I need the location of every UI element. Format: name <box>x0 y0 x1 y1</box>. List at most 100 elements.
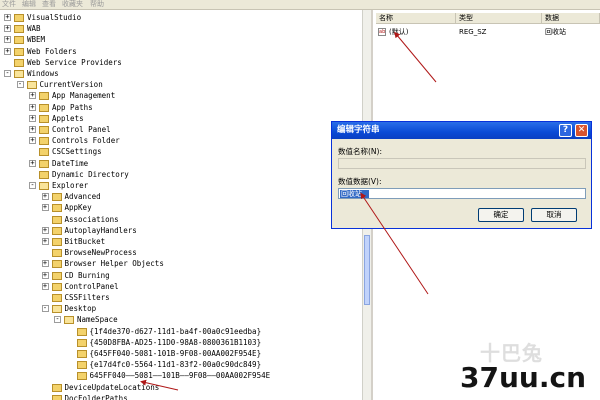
expand-icon[interactable]: + <box>4 36 11 44</box>
tree-item[interactable]: + VisualStudio <box>0 12 360 23</box>
folder-icon <box>51 226 62 235</box>
cancel-button[interactable]: 取消 <box>531 208 577 222</box>
edit-string-dialog: 编辑字符串 ? ✕ 数值名称(N): 数值数据(V): 回收站 确定 取消 <box>331 121 592 229</box>
tree-item[interactable]: + AppKey <box>0 202 360 213</box>
column-header-name[interactable]: 名称 <box>376 13 456 24</box>
menu-help[interactable]: 帮助 <box>90 0 104 9</box>
close-button[interactable]: ✕ <box>575 124 588 137</box>
folder-icon <box>39 114 49 123</box>
scrollbar-thumb[interactable] <box>364 235 370 305</box>
tree-item[interactable]: + BitBucket <box>0 236 360 247</box>
folder-open-icon <box>51 305 62 314</box>
expand-icon[interactable]: + <box>4 14 11 21</box>
tree-item-label: WAB <box>27 24 41 34</box>
tree-item-label: CD Burning <box>64 270 110 280</box>
expand-icon[interactable]: + <box>29 114 36 122</box>
tree-item[interactable]: - CurrentVersion <box>0 79 360 90</box>
expand-icon[interactable]: + <box>29 137 36 145</box>
tree-item[interactable]: DeviceUpdateLocations <box>0 382 360 393</box>
tree-item[interactable]: + CD Burning <box>0 270 360 281</box>
tree-item-label: Web Service Providers <box>27 57 122 67</box>
folder-open-icon <box>39 182 49 190</box>
tree-item[interactable]: Associations <box>0 214 360 225</box>
menu-edit[interactable]: 编辑 <box>22 0 36 9</box>
tree-item[interactable]: + Applets <box>0 113 360 124</box>
tree-item[interactable]: {450D8FBA-AD25-11D0-98A8-0800361B1103} <box>0 337 360 348</box>
expand-icon[interactable]: + <box>41 282 49 290</box>
expand-icon[interactable]: + <box>41 260 49 268</box>
tree-item-label: BitBucket <box>64 237 106 246</box>
tree-item[interactable]: + WAB <box>0 23 360 34</box>
column-header-data[interactable]: 数据 <box>542 13 600 24</box>
tree-item[interactable]: + App Paths <box>0 102 360 113</box>
tree-item[interactable]: BrowseNewProcess <box>0 247 360 258</box>
tree-item[interactable]: - Explorer <box>0 180 360 191</box>
expand-icon[interactable]: + <box>29 92 36 100</box>
value-name-label: 数值名称(N): <box>338 147 382 156</box>
expand-icon[interactable]: + <box>29 159 36 167</box>
collapse-icon[interactable]: - <box>29 182 36 189</box>
collapse-icon[interactable]: - <box>16 81 24 89</box>
tree-item[interactable]: - Desktop <box>0 303 360 314</box>
tree-item[interactable]: {e17d4fc0-5564-11d1-83f2-00a0c90dc849} <box>0 359 360 370</box>
help-button[interactable]: ? <box>559 124 572 137</box>
expand-icon[interactable]: + <box>41 238 49 245</box>
expand-icon[interactable]: + <box>41 204 49 212</box>
expand-icon[interactable]: + <box>29 103 36 111</box>
expand-icon[interactable]: + <box>4 25 11 33</box>
tree-item[interactable]: DocFolderPaths <box>0 393 360 400</box>
tree-item[interactable]: + Control Panel <box>0 124 360 135</box>
value-data-field[interactable]: 回收站 <box>338 188 586 199</box>
value-name-field[interactable] <box>338 158 586 169</box>
menu-favorites[interactable]: 收藏夹 <box>62 0 83 9</box>
tree-item-label: Advanced <box>64 192 101 202</box>
tree-item[interactable]: + WBEM <box>0 34 360 45</box>
folder-open-icon <box>64 316 74 325</box>
tree-item-label: DeviceUpdateLocations <box>64 382 160 392</box>
tree-item[interactable]: - NameSpace <box>0 314 360 325</box>
collapse-icon[interactable]: - <box>54 316 61 324</box>
folder-open-icon <box>14 70 24 78</box>
folder-icon <box>76 338 87 347</box>
tree-item[interactable]: 645FF040——5081——101B——9F08——00AA002F954E <box>0 370 360 381</box>
tree-item[interactable]: + Browser Helper Objects <box>0 258 360 269</box>
folder-open-icon <box>26 81 37 90</box>
tree-item[interactable]: CSSFilters <box>0 292 360 303</box>
tree-item[interactable]: + Web Folders <box>0 46 360 57</box>
tree-item[interactable]: + Advanced <box>0 191 360 202</box>
tree-item[interactable]: Dynamic Directory <box>0 169 360 180</box>
folder-icon <box>39 148 49 157</box>
tree-item[interactable]: - Windows <box>0 68 360 79</box>
tree-item[interactable]: + Controls Folder <box>0 135 360 146</box>
expand-icon[interactable]: + <box>29 126 36 133</box>
folder-icon <box>51 215 62 224</box>
tree-item[interactable]: {645FF040-5081-101B-9F08-00AA002F954E} <box>0 348 360 359</box>
collapse-icon[interactable]: - <box>4 70 11 77</box>
expand-icon[interactable]: + <box>4 47 11 55</box>
ok-button[interactable]: 确定 <box>478 208 524 222</box>
tree-item-label: VisualStudio <box>27 13 82 22</box>
folder-icon <box>51 193 62 202</box>
tree-item-label: ControlPanel <box>64 281 119 291</box>
tree-item-label: Browser Helper Objects <box>64 259 164 269</box>
folder-icon <box>51 383 62 392</box>
tree-item-label: Web Folders <box>27 46 77 56</box>
tree-item[interactable]: Web Service Providers <box>0 57 360 68</box>
folder-icon <box>39 137 49 146</box>
tree-item[interactable]: + ControlPanel <box>0 281 360 292</box>
column-header-type[interactable]: 类型 <box>456 13 542 24</box>
menu-file[interactable]: 文件 <box>2 0 16 9</box>
tree-item-label: DocFolderPaths <box>64 393 128 400</box>
folder-icon <box>39 103 49 112</box>
folder-icon <box>14 14 24 22</box>
tree-item[interactable]: CSCSettings <box>0 146 360 157</box>
menu-view[interactable]: 查看 <box>42 0 56 9</box>
expand-icon[interactable]: + <box>41 193 49 201</box>
tree-item[interactable]: {1f4de370-d627-11d1-ba4f-00a0c91eedba} <box>0 326 360 337</box>
expand-icon[interactable]: + <box>41 226 49 234</box>
tree-item[interactable]: + AutoplayHandlers <box>0 225 360 236</box>
tree-item[interactable]: + App Management <box>0 90 360 101</box>
expand-icon[interactable]: + <box>41 271 49 279</box>
tree-item[interactable]: + DateTime <box>0 158 360 169</box>
collapse-icon[interactable]: - <box>41 305 49 313</box>
